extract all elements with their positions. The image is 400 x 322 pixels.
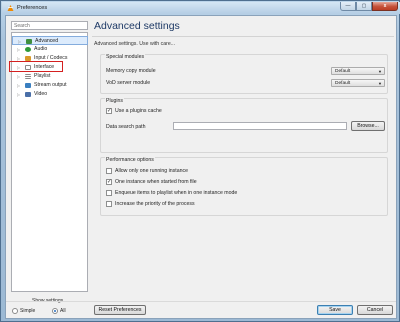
data-search-path-label: Data search path bbox=[106, 124, 146, 130]
expand-arrow-icon[interactable]: ▷ bbox=[17, 90, 20, 99]
expand-arrow-icon[interactable]: ▷ bbox=[17, 45, 20, 54]
simple-option[interactable]: Simple bbox=[12, 308, 35, 314]
enqueue-items-label: Enqueue items to playlist when in one in… bbox=[115, 190, 238, 196]
group-title: Plugins bbox=[105, 98, 125, 104]
plugins-group: Plugins ✓ Use a plugins cache Data searc… bbox=[100, 98, 388, 153]
window-title: Preferences bbox=[17, 5, 48, 11]
tree-item-label: Audio bbox=[34, 46, 48, 52]
increase-priority-checkbox[interactable] bbox=[106, 201, 112, 207]
title-bar[interactable]: Preferences — ▢ x bbox=[2, 2, 400, 14]
simple-radio[interactable] bbox=[12, 308, 18, 314]
advanced-icon bbox=[26, 39, 32, 44]
cancel-button[interactable]: Cancel bbox=[357, 305, 393, 315]
interface-highlight-box bbox=[9, 61, 63, 72]
tree-item-video[interactable]: ▷ Video bbox=[12, 90, 88, 99]
vod-server-label: VoD server module bbox=[106, 80, 151, 86]
tree-item-label: Stream output bbox=[34, 82, 67, 88]
settings-pane: Advanced settings Advanced settings. Use… bbox=[92, 19, 394, 301]
increase-priority-label: Increase the priority of the process bbox=[115, 201, 195, 207]
tree-item-label: Video bbox=[34, 91, 48, 97]
search-input[interactable]: Search bbox=[11, 21, 88, 30]
one-instance-from-file-checkbox[interactable]: ✓ bbox=[106, 179, 112, 185]
group-title: Special modules bbox=[105, 54, 146, 60]
tree-item-stream-output[interactable]: ▷ Stream output bbox=[12, 81, 88, 90]
tree-item-label: Playlist bbox=[34, 73, 51, 79]
all-option[interactable]: All bbox=[52, 308, 66, 314]
tree-item-advanced[interactable]: ▷ Advanced bbox=[12, 36, 88, 45]
special-modules-group: Special modules Memory copy module Defau… bbox=[100, 54, 388, 94]
chevron-down-icon: ▼ bbox=[378, 69, 382, 74]
chevron-down-icon: ▼ bbox=[378, 81, 382, 86]
memory-copy-select[interactable]: Default ▼ bbox=[331, 67, 385, 75]
playlist-icon bbox=[25, 74, 31, 79]
minimize-button[interactable]: — bbox=[340, 2, 356, 11]
dialog-body: Search ▷ Advanced ▷ Audio ▷ Input / Code… bbox=[5, 15, 397, 319]
one-running-instance-checkbox[interactable] bbox=[106, 168, 112, 174]
video-icon bbox=[25, 92, 31, 97]
window-controls: — ▢ x bbox=[340, 2, 398, 11]
memory-copy-value: Default bbox=[335, 69, 351, 74]
vlc-cone-icon bbox=[7, 5, 14, 11]
divider bbox=[92, 36, 394, 37]
close-button[interactable]: x bbox=[372, 2, 398, 11]
all-label: All bbox=[60, 308, 66, 314]
reset-preferences-button[interactable]: Reset Preferences bbox=[94, 305, 146, 315]
maximize-button[interactable]: ▢ bbox=[356, 2, 372, 11]
data-search-path-input[interactable] bbox=[173, 122, 347, 130]
one-instance-from-file-label: One instance when started from file bbox=[115, 179, 197, 185]
save-button[interactable]: Save bbox=[317, 305, 353, 315]
audio-icon bbox=[25, 47, 31, 52]
vod-server-select[interactable]: Default ▼ bbox=[331, 79, 385, 87]
all-radio[interactable] bbox=[52, 308, 58, 314]
preferences-window: Preferences — ▢ x Search ▷ Advanced ▷ Au… bbox=[0, 0, 400, 322]
page-title: Advanced settings bbox=[94, 20, 180, 32]
use-plugins-cache-checkbox[interactable]: ✓ bbox=[106, 108, 112, 114]
simple-label: Simple bbox=[20, 308, 36, 314]
group-title: Performance options bbox=[105, 157, 155, 163]
stream-output-icon bbox=[25, 83, 31, 88]
enqueue-items-checkbox[interactable] bbox=[106, 190, 112, 196]
browse-button[interactable]: Browse... bbox=[351, 121, 385, 131]
expand-arrow-icon[interactable]: ▷ bbox=[17, 81, 20, 90]
tree-item-audio[interactable]: ▷ Audio bbox=[12, 45, 88, 54]
page-subtitle: Advanced settings. Use with care... bbox=[94, 41, 176, 47]
memory-copy-label: Memory copy module bbox=[106, 68, 156, 74]
footer-divider bbox=[6, 301, 396, 302]
expand-arrow-icon[interactable]: ▷ bbox=[17, 72, 20, 81]
vod-server-value: Default bbox=[335, 81, 351, 86]
tree-item-playlist[interactable]: ▷ Playlist bbox=[12, 72, 88, 81]
performance-options-group: Performance options Allow only one runni… bbox=[100, 157, 388, 216]
one-running-instance-label: Allow only one running instance bbox=[115, 168, 188, 174]
use-plugins-cache-label: Use a plugins cache bbox=[115, 108, 162, 114]
